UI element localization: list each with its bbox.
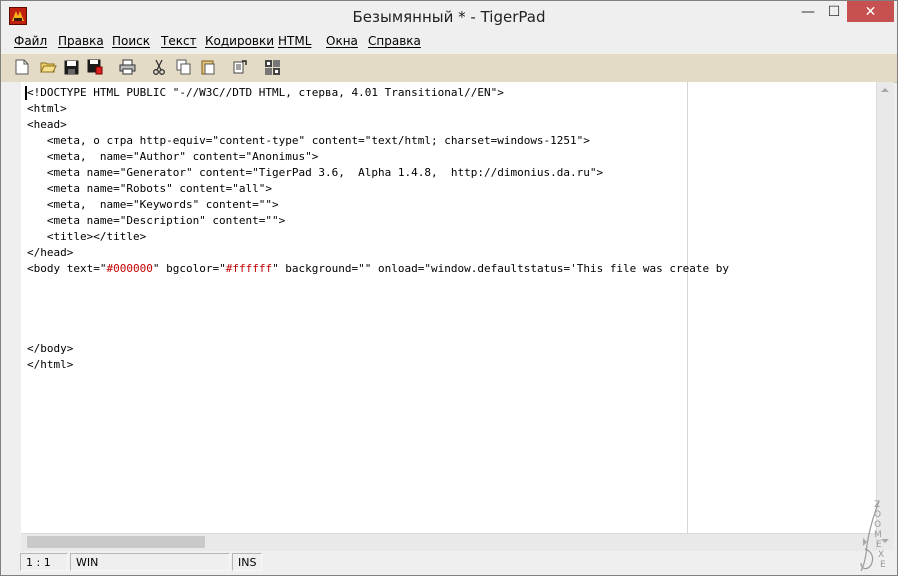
status-bar: 1 : 1 WIN INS xyxy=(1,551,897,575)
code-line: <meta, name="Keywords" content=""> xyxy=(27,198,279,211)
code-line: <meta name="Robots" content="all"> xyxy=(27,182,273,195)
code-line: </body> xyxy=(27,342,74,355)
menu-html[interactable]: HTML xyxy=(278,34,311,48)
encoding-indicator: WIN xyxy=(70,553,230,571)
new-file-icon[interactable] xyxy=(13,58,31,76)
svg-text:Z: Z xyxy=(874,500,880,510)
code-line: <html> xyxy=(27,102,67,115)
title-bar[interactable]: Безымянный * - TigerPad — ☐ ✕ xyxy=(1,1,897,32)
cut-icon[interactable] xyxy=(150,58,168,76)
horizontal-scroll-thumb[interactable] xyxy=(27,536,205,548)
print-icon[interactable] xyxy=(118,58,136,76)
menu-file[interactable]: Файл xyxy=(14,34,47,48)
code-line: <meta name="Description" content=""> xyxy=(27,214,286,227)
svg-text:X: X xyxy=(878,550,884,560)
code-line: <meta, о стра http-equiv="content-type" … xyxy=(27,134,590,147)
close-button[interactable]: ✕ xyxy=(847,1,894,22)
menu-text[interactable]: Текст xyxy=(161,34,197,48)
cursor-position: 1 : 1 xyxy=(20,553,68,571)
app-window: Безымянный * - TigerPad — ☐ ✕ Файл Правк… xyxy=(0,0,898,576)
minimize-button[interactable]: — xyxy=(795,1,821,22)
code-line: </head> xyxy=(27,246,74,259)
menu-search[interactable]: Поиск xyxy=(112,34,150,48)
menu-edit[interactable]: Правка xyxy=(58,34,104,48)
save-all-icon[interactable] xyxy=(86,58,104,76)
replace-icon[interactable] xyxy=(231,58,249,76)
menu-bar: Файл Правка Поиск Текст Кодировки HTML О… xyxy=(1,33,897,53)
vertical-scrollbar[interactable] xyxy=(876,82,894,550)
menu-windows[interactable]: Окна xyxy=(326,34,358,48)
maximize-button[interactable]: ☐ xyxy=(821,1,847,22)
zoomexe-watermark: Z O O M E X E xyxy=(860,500,886,572)
toolbar xyxy=(1,53,897,83)
svg-text:E: E xyxy=(876,540,882,550)
menu-encodings[interactable]: Кодировки xyxy=(205,34,274,48)
find-icon[interactable] xyxy=(263,58,281,76)
menu-help[interactable]: Справка xyxy=(368,34,421,48)
svg-text:M: M xyxy=(874,530,882,540)
insert-mode-indicator: INS xyxy=(232,553,262,571)
code-line: <head> xyxy=(27,118,67,131)
code-line: </html> xyxy=(27,358,74,371)
svg-text:E: E xyxy=(880,560,886,570)
code-line: <title></title> xyxy=(27,230,147,243)
window-title: Безымянный * - TigerPad xyxy=(352,8,546,26)
text-editor[interactable]: <!DOCTYPE HTML PUBLIC "-//W3C//DTD HTML,… xyxy=(21,82,876,533)
horizontal-scrollbar[interactable] xyxy=(21,533,876,551)
copy-icon[interactable] xyxy=(175,58,193,76)
svg-text:O: O xyxy=(874,510,881,520)
paste-icon[interactable] xyxy=(199,58,217,76)
code-line: <body text="#000000" bgcolor="#ffffff" b… xyxy=(27,262,730,275)
code-line: <meta, name="Author" content="Anonimus"> xyxy=(27,150,319,163)
editor-gutter xyxy=(1,82,21,550)
editor-content[interactable]: <!DOCTYPE HTML PUBLIC "-//W3C//DTD HTML,… xyxy=(27,85,729,373)
code-line: <!DOCTYPE HTML PUBLIC "-//W3C//DTD HTML,… xyxy=(27,86,504,99)
save-icon[interactable] xyxy=(62,58,80,76)
svg-text:O: O xyxy=(874,520,881,530)
code-line: <meta name="Generator" content="TigerPad… xyxy=(27,166,604,179)
open-folder-icon[interactable] xyxy=(39,58,57,76)
scroll-up-arrow-icon[interactable] xyxy=(881,88,889,92)
